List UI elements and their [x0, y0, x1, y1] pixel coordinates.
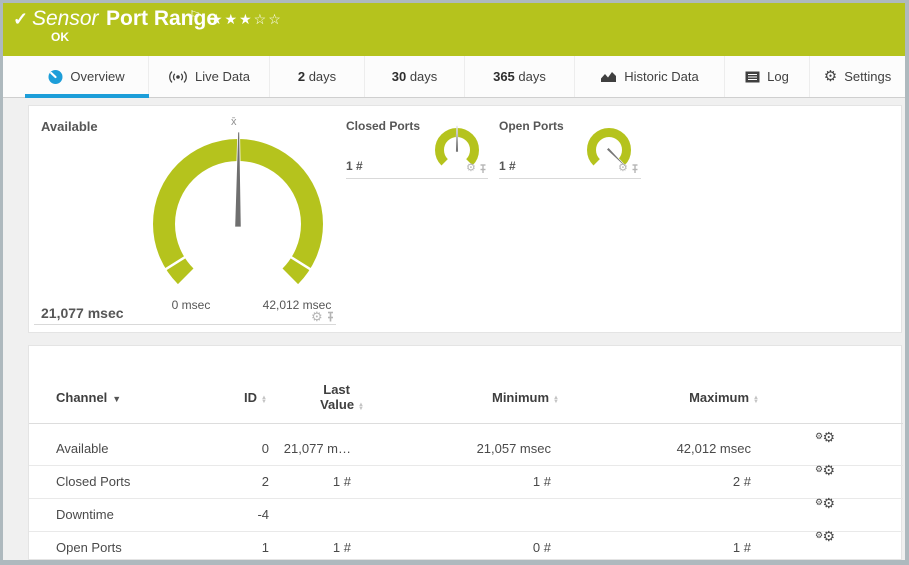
column-header-maximum[interactable]: Maximum ▲ ▼	[689, 390, 759, 405]
tab-2-days[interactable]: 2 days	[270, 56, 365, 97]
channel-settings-icon[interactable]: ⚙ ⚙	[815, 463, 835, 484]
area-chart-icon	[601, 72, 617, 82]
sort-desc-icon: ▼	[112, 394, 122, 404]
cell-separator	[499, 178, 641, 179]
column-header-channel[interactable]: Channel ▼	[56, 390, 121, 405]
gear-icon: ⚙	[823, 68, 838, 85]
broadcast-icon	[169, 70, 187, 83]
gauges-panel: Available x̄ 0 msec 42,012 msec 21,077 m…	[28, 105, 902, 333]
pin-icon[interactable]	[631, 163, 639, 174]
tab-365-days[interactable]: 365 days	[465, 56, 575, 97]
tab-live-data[interactable]: Live Data	[149, 56, 270, 97]
table-row: Downtime -4 ⚙ ⚙	[56, 495, 835, 522]
status-ok-check-icon: ✓	[13, 9, 29, 29]
gear-icon[interactable]: ⚙	[466, 163, 476, 174]
cell-separator	[346, 178, 488, 179]
tab-log[interactable]: Log	[725, 56, 810, 97]
pin-icon[interactable]	[479, 163, 487, 174]
log-icon	[745, 71, 760, 82]
gauge-tools: ⚙	[618, 163, 639, 174]
table-row: Closed Ports 2 1 # 1 # 2 # ⚙ ⚙	[56, 462, 835, 489]
table-row: Open Ports 1 1 # 0 # 1 # ⚙ ⚙	[56, 528, 835, 555]
sensor-status-header: ✓ Sensor Port Range ⚐ ★★★☆☆ OK	[3, 3, 905, 56]
column-header-minimum[interactable]: Minimum ▲ ▼	[492, 390, 559, 405]
gauge-title-open-ports: Open Ports	[499, 119, 564, 133]
table-row: Available 0 21,077 m… 21,057 msec 42,012…	[56, 429, 835, 456]
header-separator	[29, 423, 903, 424]
tab-bar: Overview Live Data 2 days 30 days 365 da…	[3, 56, 905, 98]
gauge-value-open-ports: 1 #	[499, 159, 516, 173]
gauge-tools: ⚙	[466, 163, 487, 174]
channel-settings-icon[interactable]: ⚙ ⚙	[815, 496, 835, 517]
gauge-min-label: 0 msec	[171, 298, 211, 312]
sort-icon: ▲ ▼	[553, 395, 559, 405]
status-badge: OK	[51, 30, 69, 44]
tab-overview[interactable]: Overview	[25, 56, 149, 97]
tab-settings[interactable]: ⚙ Settings	[810, 56, 905, 97]
gauge-title-available: Available	[41, 119, 98, 134]
sort-icon: ▲ ▼	[358, 402, 364, 412]
priority-stars[interactable]: ★★★☆☆	[210, 11, 283, 28]
column-header-last-value[interactable]: Last Value ▲ ▼	[320, 382, 364, 412]
channel-settings-icon[interactable]: ⚙ ⚙	[815, 430, 835, 451]
gauge-value-closed-ports: 1 #	[346, 159, 363, 173]
page-title: Port Range	[106, 7, 219, 30]
gear-icon[interactable]: ⚙	[311, 310, 323, 323]
gear-icon[interactable]: ⚙	[618, 163, 628, 174]
gauge-icon	[48, 70, 63, 84]
channel-settings-icon[interactable]: ⚙ ⚙	[815, 529, 835, 550]
column-header-id[interactable]: ID ▲ ▼	[244, 390, 267, 405]
sort-icon: ▲ ▼	[753, 395, 759, 405]
object-type-label: Sensor	[32, 7, 99, 30]
active-tab-indicator	[25, 94, 149, 98]
gauge-title-closed-ports: Closed Ports	[346, 119, 421, 133]
sensor-page: ✓ Sensor Port Range ⚐ ★★★☆☆ OK Overview …	[0, 0, 909, 565]
gauge-tools: ⚙	[311, 310, 335, 323]
sort-icon: ▲ ▼	[261, 395, 267, 405]
tab-30-days[interactable]: 30 days	[365, 56, 465, 97]
cell-separator	[34, 324, 336, 325]
pin-icon[interactable]	[326, 311, 335, 323]
gauge-value-available: 21,077 msec	[41, 305, 124, 321]
priority-flag-icon[interactable]: ⚐	[189, 8, 201, 24]
channel-table-panel: Channel ▼ ID ▲ ▼ Last Value ▲ ▼ Minimum ▲ ▼ Max…	[28, 345, 903, 560]
tab-historic-data[interactable]: Historic Data	[575, 56, 725, 97]
